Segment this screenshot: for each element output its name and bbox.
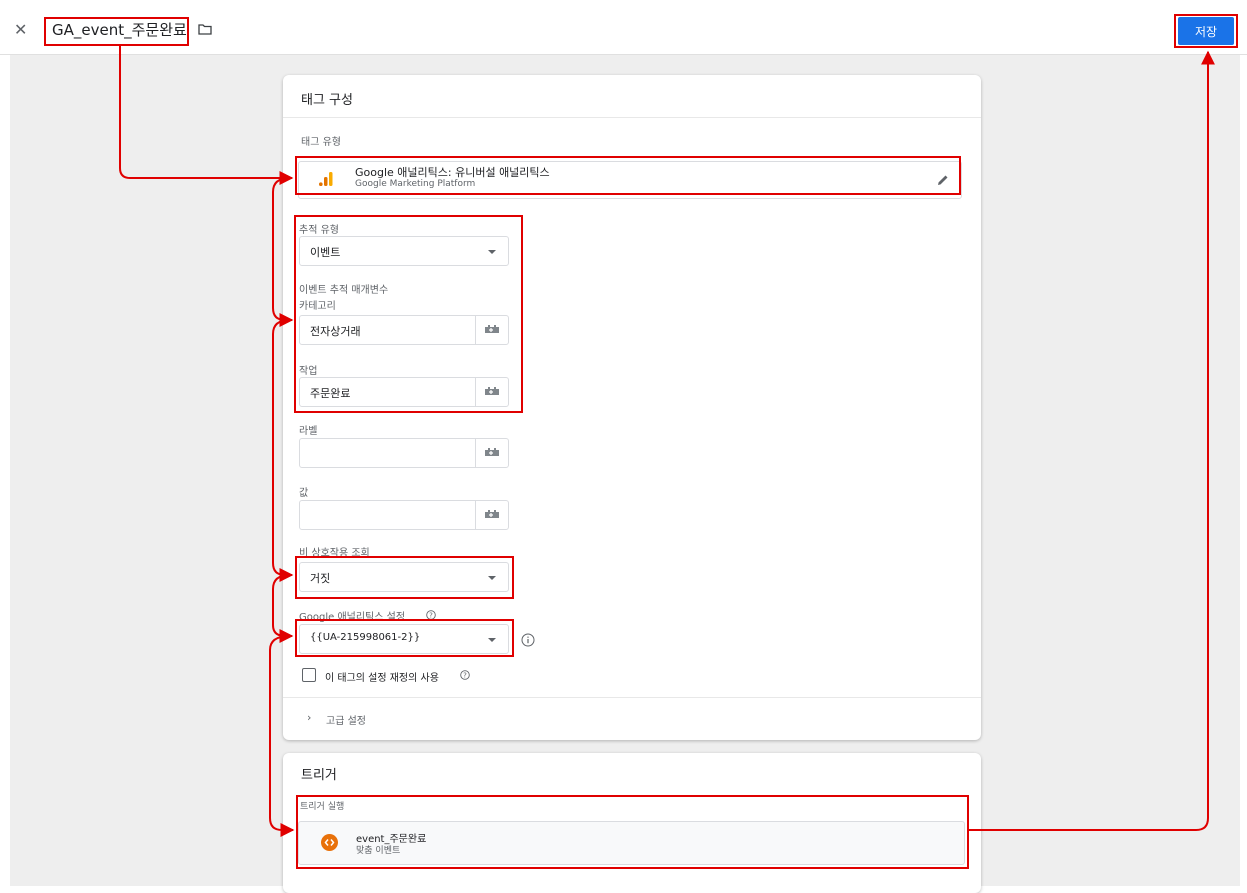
label-field-label: 라벨 [299, 426, 318, 437]
value-input[interactable] [299, 500, 509, 530]
non-interaction-select[interactable]: 거짓 [299, 562, 509, 592]
close-icon[interactable]: ✕ [14, 22, 27, 38]
folder-icon[interactable] [198, 24, 212, 35]
label-input[interactable] [299, 438, 509, 468]
tag-name-field[interactable]: GA_event_주문완료 [52, 19, 187, 40]
action-input[interactable]: 주문완료 [299, 377, 509, 407]
variable-picker-button[interactable] [475, 316, 508, 344]
tag-configuration-card: 태그 구성 태그 유형 Google 애널리틱스: 유니버설 애널리틱스 Goo… [283, 75, 981, 740]
tag-config-title: 태그 구성 [301, 93, 353, 108]
advanced-settings-toggle[interactable]: 고급 설정 [326, 712, 366, 727]
ga-settings-label: Google 애널리틱스 설정 [299, 612, 406, 623]
action-label: 작업 [299, 366, 318, 377]
tracking-type-value: 이벤트 [310, 246, 341, 259]
info-icon[interactable] [521, 633, 535, 647]
override-settings-checkbox[interactable] [302, 668, 316, 682]
svg-text:?: ? [429, 612, 433, 620]
category-value: 전자상거래 [310, 325, 361, 338]
category-input[interactable]: 전자상거래 [299, 315, 509, 345]
non-interaction-value: 거짓 [310, 572, 331, 585]
tracking-type-select[interactable]: 이벤트 [299, 236, 509, 266]
variable-picker-button[interactable] [475, 439, 508, 467]
category-label: 카테고리 [299, 301, 336, 312]
chevron-right-icon[interactable]: › [307, 711, 311, 724]
firing-triggers-label: 트리거 실행 [300, 802, 345, 812]
triggering-title: 트리거 [301, 768, 337, 783]
top-bar: ✕ GA_event_주문완료 저장 [0, 0, 1247, 55]
non-interaction-label: 비 상호작용 조회 [299, 548, 370, 559]
ga-settings-select[interactable]: {{UA-215998061-2}} [299, 624, 509, 654]
tracking-type-label: 추적 유형 [299, 225, 339, 236]
tag-type-selector[interactable]: Google 애널리틱스: 유니버설 애널리틱스 Google Marketin… [298, 161, 962, 199]
variable-icon [485, 510, 499, 518]
variable-picker-button[interactable] [475, 501, 508, 529]
event-params-label: 이벤트 추적 매개변수 [299, 285, 389, 296]
tag-type-title: Google 애널리틱스: 유니버설 애널리틱스 [355, 166, 550, 179]
divider [283, 117, 981, 118]
override-settings-label: 이 태그의 설정 재정의 사용 [325, 673, 439, 684]
variable-icon [485, 387, 499, 395]
trigger-item[interactable]: event_주문완료 맞춤 이벤트 [298, 821, 965, 865]
tag-type-subtitle: Google Marketing Platform [355, 179, 476, 189]
help-icon[interactable]: ? [426, 610, 436, 620]
dropdown-arrow-icon [488, 576, 496, 580]
svg-text:?: ? [463, 672, 467, 680]
custom-event-icon [321, 834, 338, 851]
action-value: 주문완료 [310, 387, 351, 400]
ga-settings-value: {{UA-215998061-2}} [310, 632, 421, 643]
divider [283, 697, 981, 698]
save-button[interactable]: 저장 [1178, 17, 1234, 45]
variable-icon [485, 325, 499, 333]
variable-icon [485, 448, 499, 456]
dropdown-arrow-icon [488, 250, 496, 254]
variable-picker-button[interactable] [475, 378, 508, 406]
dropdown-arrow-icon [488, 638, 496, 642]
tag-type-label: 태그 유형 [301, 137, 341, 148]
pencil-icon[interactable] [936, 173, 950, 187]
google-analytics-icon [319, 172, 333, 186]
help-icon[interactable]: ? [460, 670, 470, 680]
trigger-type: 맞춤 이벤트 [356, 846, 401, 856]
value-field-label: 값 [299, 488, 309, 499]
